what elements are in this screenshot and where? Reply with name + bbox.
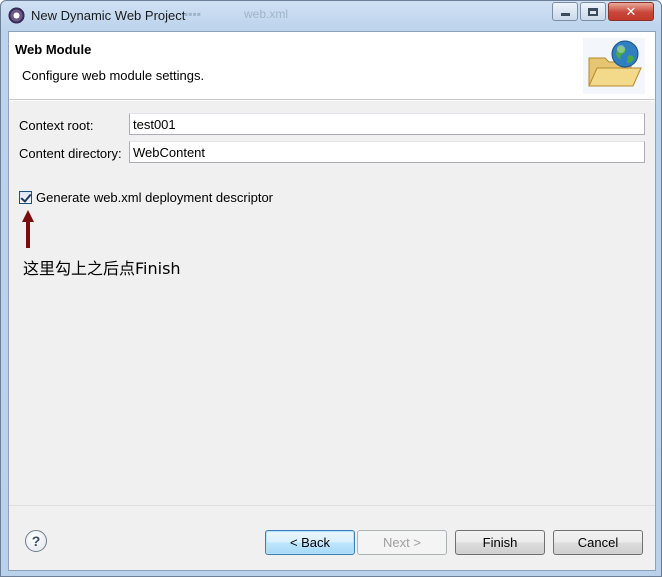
wizard-body: Context root: Content directory: Generat… — [9, 101, 655, 505]
wizard-header: Web Module Configure web module settings… — [9, 32, 655, 100]
window-title: New Dynamic Web Project — [31, 8, 186, 23]
generate-webxml-option[interactable]: Generate web.xml deployment descriptor — [19, 190, 273, 205]
close-button[interactable]: ✕ — [608, 2, 654, 21]
finish-button[interactable]: Finish — [455, 530, 545, 555]
back-button[interactable]: < Back — [265, 530, 355, 555]
page-title: Web Module — [15, 42, 92, 57]
ghost-tab-webxml: web.xml — [244, 7, 289, 21]
minimize-icon — [560, 13, 570, 16]
cancel-button[interactable]: Cancel — [553, 530, 643, 555]
ghost-tab-blur: ▪▪▪▪ — [184, 7, 202, 21]
annotation-arrow-icon — [22, 210, 34, 248]
minimize-button[interactable] — [552, 2, 578, 21]
content-directory-label: Content directory: — [19, 146, 122, 161]
content-directory-input[interactable] — [129, 141, 645, 163]
next-button[interactable]: Next > — [357, 530, 447, 555]
maximize-icon — [588, 7, 598, 16]
close-icon: ✕ — [625, 4, 637, 19]
context-root-input[interactable] — [129, 113, 645, 135]
help-icon[interactable]: ? — [25, 530, 47, 552]
context-root-label: Context root: — [19, 118, 94, 133]
dialog-window: New Dynamic Web Project ▪▪▪▪ web.xml ✕ W… — [0, 0, 662, 577]
generate-webxml-checkbox[interactable] — [19, 191, 32, 204]
wizard-footer: ? < Back Next > Finish Cancel — [9, 505, 655, 570]
title-bar[interactable]: New Dynamic Web Project ▪▪▪▪ web.xml ✕ — [1, 1, 661, 31]
generate-webxml-label: Generate web.xml deployment descriptor — [36, 190, 274, 205]
maximize-button[interactable] — [580, 2, 606, 21]
folder-globe-icon — [583, 38, 645, 94]
page-description: Configure web module settings. — [22, 68, 205, 83]
dialog-client: Web Module Configure web module settings… — [8, 31, 656, 571]
annotation-text: 这里勾上之后点Finish — [23, 259, 181, 278]
eclipse-icon — [8, 7, 25, 24]
